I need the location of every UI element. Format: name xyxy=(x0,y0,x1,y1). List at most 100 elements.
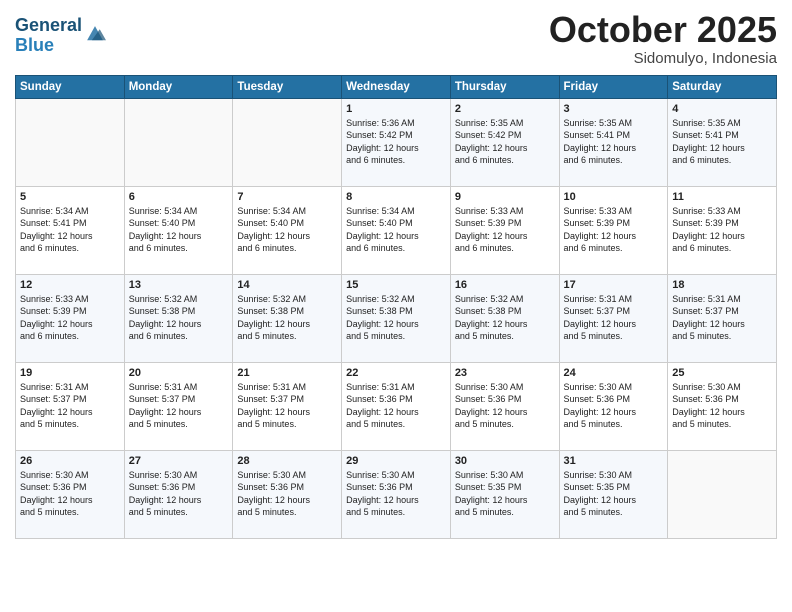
day-number: 22 xyxy=(346,367,446,379)
day-info: Sunrise: 5:30 AMSunset: 5:36 PMDaylight:… xyxy=(237,469,337,519)
calendar-day-cell: 20 Sunrise: 5:31 AMSunset: 5:37 PMDayligh… xyxy=(124,362,233,450)
weekday-header-cell: Wednesday xyxy=(342,75,451,98)
day-number: 15 xyxy=(346,279,446,291)
calendar-week-row: 1 Sunrise: 5:36 AMSunset: 5:42 PMDaylight… xyxy=(16,98,777,186)
day-info: Sunrise: 5:34 AMSunset: 5:40 PMDaylight:… xyxy=(129,205,229,255)
day-number: 24 xyxy=(564,367,664,379)
calendar-body: 1 Sunrise: 5:36 AMSunset: 5:42 PMDaylight… xyxy=(16,98,777,538)
day-info: Sunrise: 5:34 AMSunset: 5:41 PMDaylight:… xyxy=(20,205,120,255)
weekday-header-cell: Tuesday xyxy=(233,75,342,98)
logo: GeneralBlue xyxy=(15,16,106,56)
day-info: Sunrise: 5:33 AMSunset: 5:39 PMDaylight:… xyxy=(20,293,120,343)
calendar-day-cell: 26 Sunrise: 5:30 AMSunset: 5:36 PMDayligh… xyxy=(16,450,125,538)
calendar-day-cell xyxy=(124,98,233,186)
calendar-day-cell: 12 Sunrise: 5:33 AMSunset: 5:39 PMDayligh… xyxy=(16,274,125,362)
logo-text: GeneralBlue xyxy=(15,16,82,56)
calendar-week-row: 19 Sunrise: 5:31 AMSunset: 5:37 PMDayligh… xyxy=(16,362,777,450)
calendar-day-cell: 23 Sunrise: 5:30 AMSunset: 5:36 PMDayligh… xyxy=(450,362,559,450)
calendar-day-cell: 24 Sunrise: 5:30 AMSunset: 5:36 PMDayligh… xyxy=(559,362,668,450)
day-number: 30 xyxy=(455,455,555,467)
day-number: 1 xyxy=(346,103,446,115)
calendar-table: SundayMondayTuesdayWednesdayThursdayFrid… xyxy=(15,75,777,539)
weekday-header-cell: Monday xyxy=(124,75,233,98)
day-info: Sunrise: 5:31 AMSunset: 5:37 PMDaylight:… xyxy=(672,293,772,343)
day-info: Sunrise: 5:33 AMSunset: 5:39 PMDaylight:… xyxy=(672,205,772,255)
day-number: 29 xyxy=(346,455,446,467)
day-info: Sunrise: 5:31 AMSunset: 5:37 PMDaylight:… xyxy=(564,293,664,343)
day-number: 11 xyxy=(672,191,772,203)
calendar-day-cell xyxy=(16,98,125,186)
day-info: Sunrise: 5:35 AMSunset: 5:41 PMDaylight:… xyxy=(672,117,772,167)
calendar-day-cell: 14Sunrise: 5:32 AMSunset: 5:38 PMDayligh… xyxy=(233,274,342,362)
day-info: Sunrise: 5:31 AMSunset: 5:37 PMDaylight:… xyxy=(237,381,337,431)
day-number: 6 xyxy=(129,191,229,203)
logo-icon xyxy=(84,23,106,45)
day-number: 7 xyxy=(237,191,337,203)
day-number: 27 xyxy=(129,455,229,467)
calendar-day-cell: 3Sunrise: 5:35 AMSunset: 5:41 PMDaylight… xyxy=(559,98,668,186)
day-info: Sunrise: 5:30 AMSunset: 5:35 PMDaylight:… xyxy=(455,469,555,519)
day-info: Sunrise: 5:30 AMSunset: 5:36 PMDaylight:… xyxy=(20,469,120,519)
calendar-day-cell: 30 Sunrise: 5:30 AMSunset: 5:35 PMDayligh… xyxy=(450,450,559,538)
day-number: 3 xyxy=(564,103,664,115)
day-number: 28 xyxy=(237,455,337,467)
day-number: 12 xyxy=(20,279,120,291)
calendar-day-cell: 5 Sunrise: 5:34 AMSunset: 5:41 PMDaylight… xyxy=(16,186,125,274)
day-info: Sunrise: 5:34 AMSunset: 5:40 PMDaylight:… xyxy=(237,205,337,255)
day-info: Sunrise: 5:31 AMSunset: 5:36 PMDaylight:… xyxy=(346,381,446,431)
day-info: Sunrise: 5:31 AMSunset: 5:37 PMDaylight:… xyxy=(20,381,120,431)
day-number: 9 xyxy=(455,191,555,203)
location: Sidomulyo, Indonesia xyxy=(549,50,777,67)
day-info: Sunrise: 5:31 AMSunset: 5:37 PMDaylight:… xyxy=(129,381,229,431)
day-info: Sunrise: 5:32 AMSunset: 5:38 PMDaylight:… xyxy=(346,293,446,343)
day-number: 21 xyxy=(237,367,337,379)
title-area: October 2025 Sidomulyo, Indonesia xyxy=(549,10,777,67)
day-number: 20 xyxy=(129,367,229,379)
day-info: Sunrise: 5:32 AMSunset: 5:38 PMDaylight:… xyxy=(129,293,229,343)
day-info: Sunrise: 5:30 AMSunset: 5:36 PMDaylight:… xyxy=(455,381,555,431)
calendar-day-cell: 6 Sunrise: 5:34 AMSunset: 5:40 PMDaylight… xyxy=(124,186,233,274)
day-number: 8 xyxy=(346,191,446,203)
day-number: 5 xyxy=(20,191,120,203)
calendar-day-cell: 8 Sunrise: 5:34 AMSunset: 5:40 PMDaylight… xyxy=(342,186,451,274)
calendar-week-row: 12 Sunrise: 5:33 AMSunset: 5:39 PMDayligh… xyxy=(16,274,777,362)
calendar-day-cell: 1 Sunrise: 5:36 AMSunset: 5:42 PMDaylight… xyxy=(342,98,451,186)
calendar-day-cell: 13 Sunrise: 5:32 AMSunset: 5:38 PMDayligh… xyxy=(124,274,233,362)
day-info: Sunrise: 5:30 AMSunset: 5:36 PMDaylight:… xyxy=(129,469,229,519)
calendar-day-cell: 11 Sunrise: 5:33 AMSunset: 5:39 PMDayligh… xyxy=(668,186,777,274)
weekday-header-cell: Saturday xyxy=(668,75,777,98)
day-number: 23 xyxy=(455,367,555,379)
day-info: Sunrise: 5:30 AMSunset: 5:35 PMDaylight:… xyxy=(564,469,664,519)
day-number: 10 xyxy=(564,191,664,203)
day-info: Sunrise: 5:33 AMSunset: 5:39 PMDaylight:… xyxy=(564,205,664,255)
calendar-day-cell: 29 Sunrise: 5:30 AMSunset: 5:36 PMDayligh… xyxy=(342,450,451,538)
weekday-header-cell: Friday xyxy=(559,75,668,98)
day-number: 4 xyxy=(672,103,772,115)
calendar-day-cell: 17Sunrise: 5:31 AMSunset: 5:37 PMDayligh… xyxy=(559,274,668,362)
day-number: 16 xyxy=(455,279,555,291)
calendar-day-cell: 19 Sunrise: 5:31 AMSunset: 5:37 PMDayligh… xyxy=(16,362,125,450)
day-info: Sunrise: 5:30 AMSunset: 5:36 PMDaylight:… xyxy=(564,381,664,431)
day-number: 2 xyxy=(455,103,555,115)
calendar-day-cell: 10 Sunrise: 5:33 AMSunset: 5:39 PMDayligh… xyxy=(559,186,668,274)
calendar-week-row: 26 Sunrise: 5:30 AMSunset: 5:36 PMDayligh… xyxy=(16,450,777,538)
day-number: 14 xyxy=(237,279,337,291)
weekday-header-cell: Thursday xyxy=(450,75,559,98)
day-number: 19 xyxy=(20,367,120,379)
day-info: Sunrise: 5:36 AMSunset: 5:42 PMDaylight:… xyxy=(346,117,446,167)
calendar-day-cell: 15 Sunrise: 5:32 AMSunset: 5:38 PMDayligh… xyxy=(342,274,451,362)
calendar-week-row: 5 Sunrise: 5:34 AMSunset: 5:41 PMDaylight… xyxy=(16,186,777,274)
calendar-day-cell: 31Sunrise: 5:30 AMSunset: 5:35 PMDayligh… xyxy=(559,450,668,538)
calendar-day-cell: 18Sunrise: 5:31 AMSunset: 5:37 PMDayligh… xyxy=(668,274,777,362)
day-number: 13 xyxy=(129,279,229,291)
day-info: Sunrise: 5:30 AMSunset: 5:36 PMDaylight:… xyxy=(672,381,772,431)
calendar-day-cell: 21 Sunrise: 5:31 AMSunset: 5:37 PMDayligh… xyxy=(233,362,342,450)
day-info: Sunrise: 5:34 AMSunset: 5:40 PMDaylight:… xyxy=(346,205,446,255)
day-number: 26 xyxy=(20,455,120,467)
weekday-header-cell: Sunday xyxy=(16,75,125,98)
month-title: October 2025 xyxy=(549,10,777,50)
calendar-day-cell: 9Sunrise: 5:33 AMSunset: 5:39 PMDaylight… xyxy=(450,186,559,274)
calendar-day-cell: 22 Sunrise: 5:31 AMSunset: 5:36 PMDayligh… xyxy=(342,362,451,450)
day-info: Sunrise: 5:30 AMSunset: 5:36 PMDaylight:… xyxy=(346,469,446,519)
day-info: Sunrise: 5:32 AMSunset: 5:38 PMDaylight:… xyxy=(455,293,555,343)
